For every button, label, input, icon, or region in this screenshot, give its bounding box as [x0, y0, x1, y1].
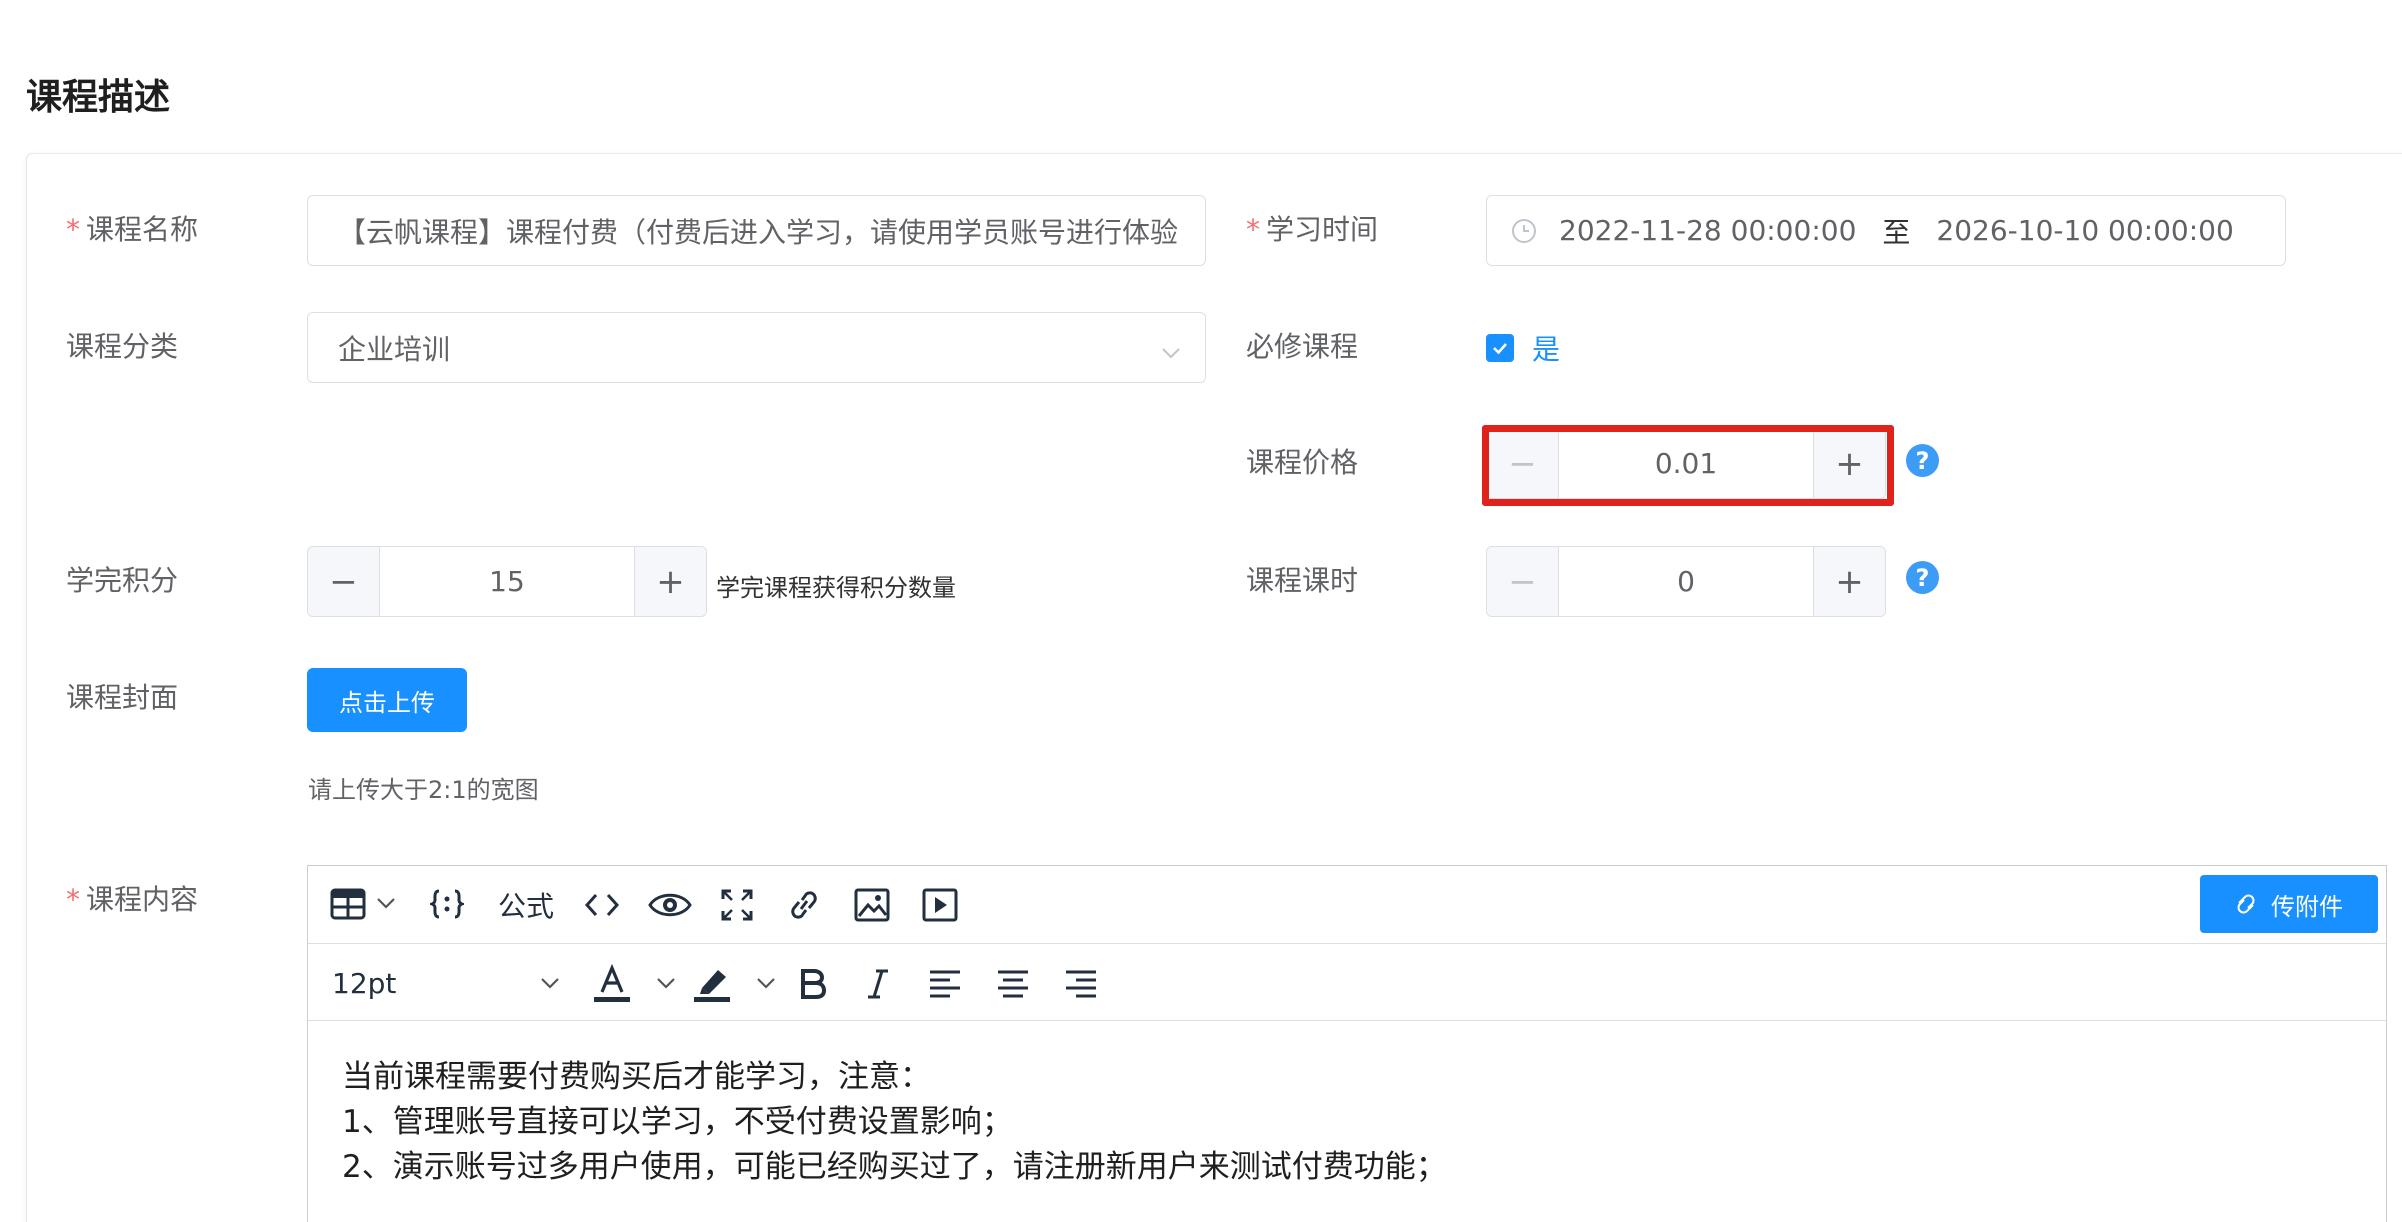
cover-label: 课程封面	[66, 681, 179, 714]
points-stepper[interactable]: − 15 +	[307, 546, 707, 617]
attach-file-button[interactable]: 传附件	[2200, 875, 2378, 933]
rich-text-editor[interactable]: 公式 传附件 12pt 当前课程需要付费购买后才能学习，注意： 1、管理账号直接…	[307, 865, 2387, 1222]
required-mark: *	[66, 883, 80, 916]
editor-toolbar-primary: 公式 传附件	[308, 866, 2386, 944]
font-size-select[interactable]: 12pt	[332, 964, 396, 1002]
hours-value[interactable]: 0	[1559, 547, 1813, 616]
text-color-chevron-down-icon[interactable]	[656, 976, 676, 990]
range-separator: 至	[1882, 215, 1911, 249]
chevron-down-icon	[1161, 337, 1181, 359]
hours-decrement-button[interactable]: −	[1487, 547, 1559, 616]
points-value[interactable]: 15	[380, 547, 634, 616]
align-center-icon[interactable]	[996, 968, 1030, 1000]
align-left-icon[interactable]	[928, 968, 962, 1000]
align-right-icon[interactable]	[1064, 968, 1098, 1000]
hours-increment-button[interactable]: +	[1813, 547, 1885, 616]
content-line: 当前课程需要付费购买后才能学习，注意：	[342, 1059, 931, 1095]
required-course-option-label[interactable]: 是	[1532, 328, 1560, 368]
paperclip-icon	[2237, 894, 2255, 914]
content-label-text: 课程内容	[86, 883, 199, 916]
points-label: 学完积分	[66, 564, 179, 597]
required-course-label: 必修课程	[1246, 330, 1359, 363]
study-time-range-picker[interactable]: 2022-11-28 00:00:00 至 2026-10-10 00:00:0…	[1486, 195, 2286, 266]
study-time-end[interactable]: 2026-10-10 00:00:00	[1936, 214, 2233, 247]
study-time-start[interactable]: 2022-11-28 00:00:00	[1559, 214, 1856, 247]
study-time-label-text: 学习时间	[1266, 213, 1379, 246]
image-icon[interactable]	[854, 888, 890, 922]
preview-eye-icon[interactable]	[648, 890, 692, 920]
content-line: 1、管理账号直接可以学习，不受付费设置影响；	[342, 1104, 1013, 1140]
hours-help-icon[interactable]: ?	[1906, 561, 1939, 594]
required-course-checkbox[interactable]	[1486, 334, 1514, 362]
course-name-value: 【云帆课程】课程付费（付费后进入学习，请使用学员账号进行体验	[338, 215, 1179, 249]
section-title: 课程描述	[26, 77, 171, 118]
course-name-input[interactable]: 【云帆课程】课程付费（付费后进入学习，请使用学员账号进行体验	[307, 195, 1206, 266]
attach-file-label: 传附件	[2271, 892, 2343, 921]
highlight-color-chevron-down-icon[interactable]	[756, 976, 776, 990]
required-mark: *	[66, 213, 80, 246]
table-icon[interactable]	[330, 888, 366, 920]
link-icon[interactable]	[786, 888, 822, 922]
points-hint: 学完课程获得积分数量	[716, 574, 956, 602]
points-decrement-button[interactable]: −	[308, 547, 380, 616]
course-name-label-text: 课程名称	[86, 213, 199, 246]
cover-hint: 请上传大于2:1的宽图	[308, 776, 539, 804]
study-time-label: * 学习时间	[1246, 210, 1378, 250]
hours-stepper[interactable]: − 0 +	[1486, 546, 1886, 617]
italic-icon[interactable]	[866, 968, 890, 1000]
points-increment-button[interactable]: +	[634, 547, 706, 616]
content-line: 2、演示账号过多用户使用，可能已经购买过了，请注册新用户来测试付费功能；	[342, 1149, 1447, 1185]
table-chevron-down-icon[interactable]	[376, 896, 396, 910]
price-label: 课程价格	[1246, 446, 1359, 479]
category-label: 课程分类	[66, 330, 179, 363]
video-icon[interactable]	[922, 888, 958, 922]
content-label: * 课程内容	[66, 880, 198, 920]
font-size-chevron-down-icon[interactable]	[540, 976, 560, 990]
highlight-color-icon[interactable]	[692, 964, 732, 1004]
required-mark: *	[1246, 213, 1260, 246]
editor-toolbar-format: 12pt	[308, 944, 2386, 1021]
editor-content-area[interactable]: 当前课程需要付费购买后才能学习，注意： 1、管理账号直接可以学习，不受付费设置影…	[308, 1021, 2386, 1190]
code-icon[interactable]	[584, 890, 620, 920]
price-help-icon[interactable]: ?	[1906, 444, 1939, 477]
clock-icon	[1511, 218, 1537, 244]
bold-icon[interactable]	[798, 968, 828, 1000]
hours-label: 课程课时	[1246, 564, 1359, 597]
course-name-label: * 课程名称	[66, 210, 198, 250]
category-value: 企业培训	[338, 332, 451, 366]
fullscreen-icon[interactable]	[720, 888, 754, 922]
price-highlight-box	[1482, 425, 1894, 506]
template-variable-icon[interactable]	[430, 888, 464, 920]
category-select[interactable]: 企业培训	[307, 312, 1206, 383]
text-color-icon[interactable]	[592, 964, 632, 1004]
required-course-checkbox-group[interactable]: 是	[1486, 328, 1560, 368]
upload-cover-button[interactable]: 点击上传	[307, 668, 467, 732]
formula-button[interactable]: 公式	[498, 886, 554, 924]
